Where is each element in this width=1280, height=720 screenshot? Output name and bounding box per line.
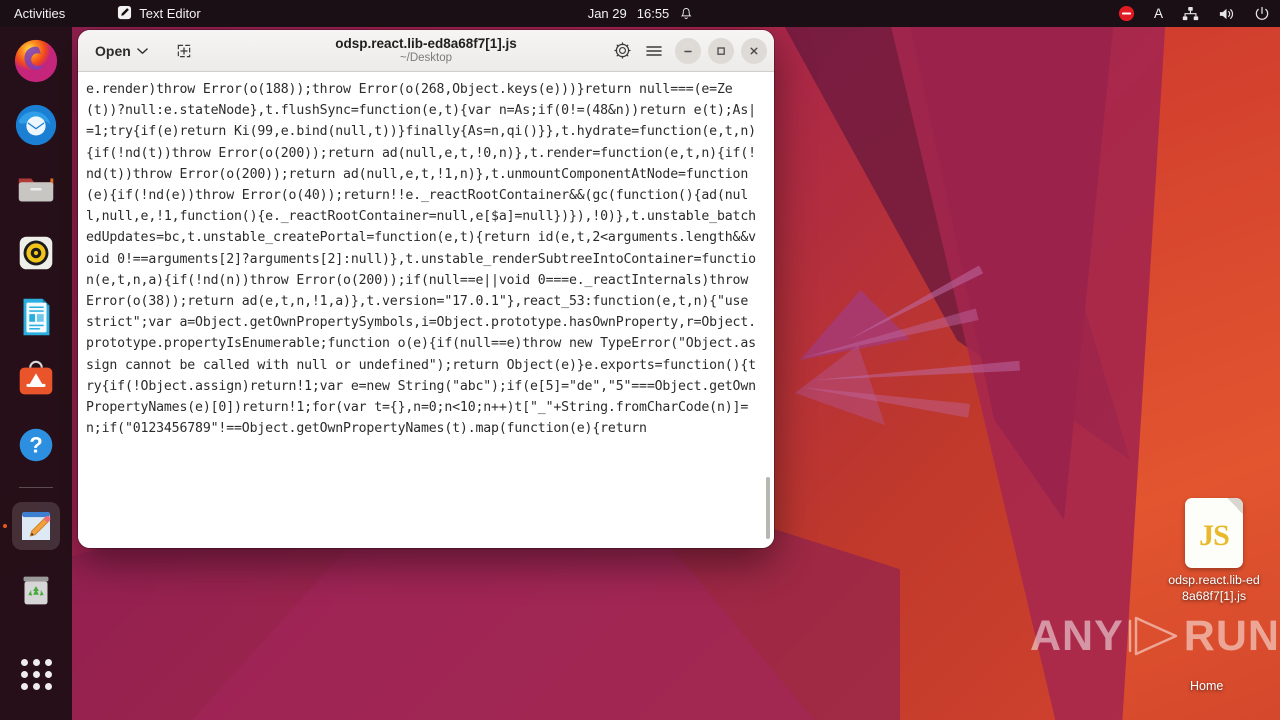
dock-separator xyxy=(19,487,53,488)
window-controls xyxy=(608,37,767,65)
window-title: odsp.react.lib-ed8a68f7[1].js xyxy=(335,36,517,51)
code-editor-view[interactable]: e.render)throw Error(o(188));throw Error… xyxy=(78,72,774,548)
dock: ? xyxy=(0,27,72,720)
dock-item-files[interactable] xyxy=(12,165,60,213)
app-menu-label: Text Editor xyxy=(139,6,201,21)
js-file-icon: JS xyxy=(1185,498,1243,568)
dock-item-help[interactable]: ? xyxy=(12,421,60,469)
vertical-scrollbar[interactable] xyxy=(766,477,770,539)
clock-button[interactable]: Jan 29 16:55 xyxy=(588,6,693,21)
dock-item-thunderbird[interactable] xyxy=(12,101,60,149)
close-button[interactable] xyxy=(741,37,767,64)
firefox-icon xyxy=(14,39,58,83)
dock-item-firefox[interactable] xyxy=(12,37,60,85)
power-icon[interactable] xyxy=(1254,6,1270,22)
ubuntu-software-icon xyxy=(19,360,53,395)
dock-item-rhythmbox[interactable] xyxy=(12,229,60,277)
maximize-button[interactable] xyxy=(708,37,734,64)
clock-date: Jan 29 xyxy=(587,6,627,21)
trash-icon xyxy=(23,576,49,605)
show-applications-button[interactable] xyxy=(12,650,60,698)
hamburger-menu-icon[interactable] xyxy=(640,37,668,65)
window-title-block: odsp.react.lib-ed8a68f7[1].js ~/Desktop xyxy=(335,36,517,65)
new-document-icon[interactable] xyxy=(168,38,200,64)
dock-item-libreoffice-writer[interactable] xyxy=(12,293,60,341)
desktop-file-label: odsp.react.lib-ed8a68f7[1].js xyxy=(1168,573,1260,603)
files-folder-icon xyxy=(18,178,54,202)
rhythmbox-icon xyxy=(19,236,53,270)
bell-icon xyxy=(679,7,692,21)
text-editor-icon xyxy=(117,5,132,23)
gnome-top-bar: Activities Text Editor Jan 29 16:55 A xyxy=(0,0,1280,27)
js-file-glyph: JS xyxy=(1199,519,1230,552)
clock-time: 16:55 xyxy=(636,6,670,21)
network-icon[interactable] xyxy=(1182,6,1199,21)
open-button-label: Open xyxy=(95,42,131,59)
text-editor-window: Open odsp.react.lib-ed8a68f7[1].js ~/Des… xyxy=(78,30,774,548)
gear-icon[interactable] xyxy=(608,37,636,65)
svg-text:?: ? xyxy=(29,433,42,458)
app-menu-text-editor[interactable]: Text Editor xyxy=(117,5,201,23)
window-subtitle: ~/Desktop xyxy=(399,52,453,64)
desktop-file-icon[interactable]: JS odsp.react.lib-ed8a68f7[1].js xyxy=(1168,498,1260,604)
volume-icon[interactable] xyxy=(1218,6,1235,22)
code-content[interactable]: e.render)throw Error(o(188));throw Error… xyxy=(86,79,760,439)
minimize-button[interactable] xyxy=(675,37,701,64)
do-not-disturb-icon[interactable] xyxy=(1118,5,1135,22)
thunderbird-icon xyxy=(15,104,57,146)
text-editor-icon xyxy=(22,512,51,540)
chevron-down-icon xyxy=(137,47,148,55)
system-tray: A xyxy=(1118,5,1270,22)
libreoffice-writer-icon xyxy=(23,298,50,336)
dock-item-trash[interactable] xyxy=(12,566,60,614)
help-icon: ? xyxy=(19,428,53,462)
activities-button[interactable]: Activities xyxy=(14,6,65,21)
keyboard-layout-indicator[interactable]: A xyxy=(1154,6,1163,21)
window-titlebar[interactable]: Open odsp.react.lib-ed8a68f7[1].js ~/Des… xyxy=(78,30,774,72)
home-label: Home xyxy=(1190,679,1224,693)
dock-item-text-editor[interactable] xyxy=(12,502,60,550)
open-button[interactable]: Open xyxy=(85,38,158,64)
dock-item-ubuntu-software[interactable] xyxy=(12,357,60,405)
app-grid-icon xyxy=(20,658,52,690)
